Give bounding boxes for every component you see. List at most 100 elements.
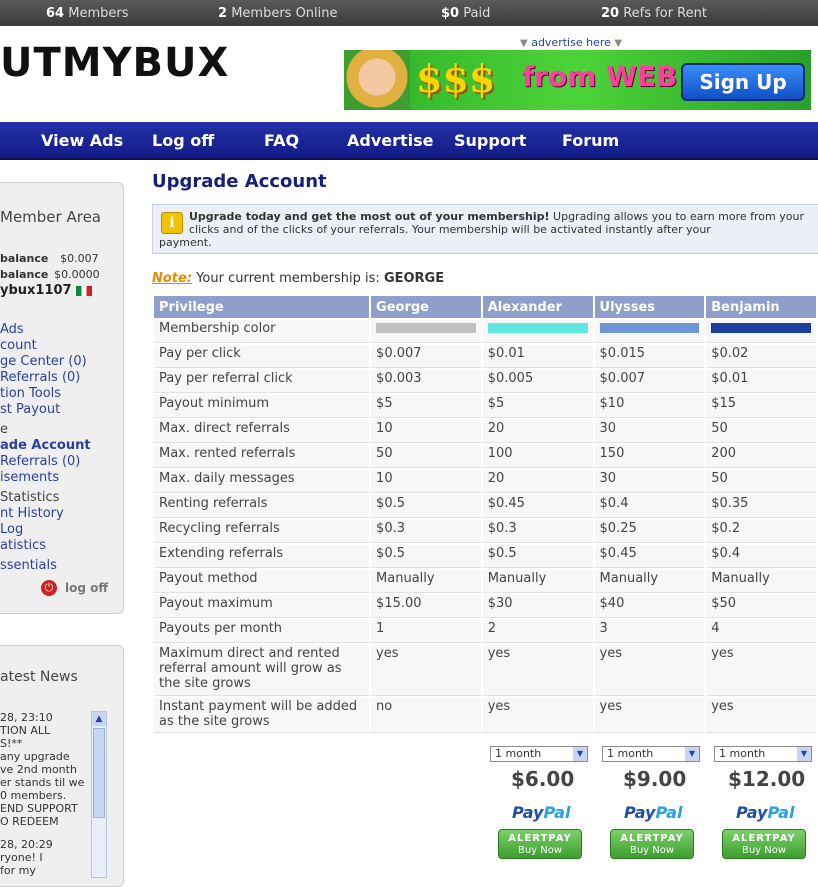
news-line: er stands til we (0, 776, 85, 789)
plan-value-cell: $0.3 (482, 520, 593, 543)
current-membership: GEORGE (383, 271, 445, 286)
paypal-button[interactable]: PayPal (736, 803, 794, 822)
table-row: Renting referrals $0.5 $0.45 $0.4 $0.35 (154, 495, 816, 518)
paypal-button[interactable]: PayPal (512, 803, 570, 822)
sidebar-link-log[interactable]: Log (0, 522, 23, 537)
privilege-cell: Extending referrals (154, 545, 370, 568)
paypal-button[interactable]: PayPal (624, 803, 682, 822)
duration-select[interactable]: 1 month ▼ (714, 746, 812, 762)
column-header: Privilege (154, 296, 370, 318)
plan-value-cell: $0.35 (706, 495, 816, 518)
news-line: S!** (0, 737, 23, 750)
sidebar-link-essentials[interactable]: ssentials (0, 558, 57, 573)
privilege-cell: Membership color (154, 320, 370, 343)
chevron-down-icon: ▼ (573, 747, 587, 761)
table-row: Pay per referral click $0.003 $0.005 $0.007… (154, 370, 816, 393)
plan-value-cell: 4 (706, 620, 816, 643)
info-bold: Upgrade today and get the most out of yo… (189, 210, 550, 223)
plan-value-cell: $0.45 (482, 495, 593, 518)
advertise-here-link[interactable]: ▼ advertise here ▼ (520, 36, 622, 49)
privilege-cell: Pay per referral click (154, 370, 370, 393)
nav-log-off[interactable]: Log off (152, 131, 214, 150)
scroll-thumb[interactable] (93, 728, 105, 818)
nav-support[interactable]: Support (454, 131, 526, 150)
chevron-down-icon: ▼ (685, 747, 699, 761)
sidebar-link-message-center[interactable]: ge Center (0) (0, 354, 87, 369)
sidebar-link-promotion-tools[interactable]: tion Tools (0, 386, 61, 401)
plan-value-cell: 200 (706, 445, 816, 468)
power-icon[interactable]: ⏻ (41, 580, 57, 596)
sidebar-link-advertisements[interactable]: isements (0, 470, 59, 485)
alertpay-buy-button[interactable]: ALERTPAY Buy Now (498, 829, 582, 859)
members-count: 64 (46, 6, 65, 21)
plan-value-cell: $30 (482, 595, 593, 618)
site-logo[interactable]: UTMYBUX (0, 40, 229, 86)
plan-value-cell: yes (706, 698, 816, 733)
plan-value-cell: 50 (371, 445, 481, 468)
plan-value-cell: $0.5 (371, 545, 481, 568)
membership-color-swatch (376, 323, 476, 333)
sidebar-section-e: e (0, 422, 8, 437)
duration-select[interactable]: 1 month ▼ (602, 746, 700, 762)
privilege-cell: Payout maximum (154, 595, 370, 618)
column-header: Alexander (482, 296, 593, 318)
balance-label: balance (0, 252, 49, 265)
plan-value-cell: 2 (482, 620, 593, 643)
plan-value-cell: yes (706, 645, 816, 696)
table-row: Max. daily messages 10 20 30 50 (154, 470, 816, 493)
sidebar-link-upgrade-account[interactable]: ade Account (0, 438, 91, 453)
alertpay-buy-button[interactable]: ALERTPAY Buy Now (722, 829, 806, 859)
advertisement-banner[interactable]: $$$ from WEB Sign Up (344, 50, 811, 110)
plan-value-cell: $0.4 (706, 545, 816, 568)
plan-value-cell: yes (482, 645, 593, 696)
buy-now-label: Buy Now (517, 845, 563, 856)
table-row: Recycling referrals $0.3 $0.3 $0.25 $0.2 (154, 520, 816, 543)
nav-forum[interactable]: Forum (562, 131, 619, 150)
privilege-cell: Maximum direct and rented referral amoun… (154, 645, 370, 696)
members-label: Members (68, 6, 129, 21)
membership-color-swatch (599, 323, 700, 333)
alertpay-buy-button[interactable]: ALERTPAY Buy Now (610, 829, 694, 859)
note-text: Your current membership is: (196, 271, 380, 286)
sidebar-link-ads[interactable]: Ads (0, 322, 24, 337)
plan-value-cell: yes (482, 698, 593, 733)
news-scrollbar[interactable]: ▲ (91, 711, 107, 878)
nav-advertise[interactable]: Advertise (347, 131, 434, 150)
alertpay-label: ALERTPAY (732, 833, 796, 844)
banner-dollars: $$$ (416, 56, 496, 101)
sidebar-link-referrals[interactable]: Referrals (0) (0, 370, 80, 385)
plan-value-cell: $0.007 (371, 345, 481, 368)
paypal-pay: Pay (736, 803, 768, 822)
members-stat: 64 Members (46, 6, 128, 21)
logoff-link[interactable]: log off (65, 581, 108, 595)
plan-value-cell (371, 320, 481, 343)
nav-faq[interactable]: FAQ (264, 131, 299, 150)
plan-value-cell (482, 320, 593, 343)
scroll-up-icon[interactable]: ▲ (92, 712, 106, 726)
banner-signup-button[interactable]: Sign Up (681, 63, 805, 101)
sidebar-link-statistics[interactable]: atistics (0, 538, 46, 553)
news-line: ve 2nd month (0, 763, 77, 776)
plan-value-cell: yes (371, 645, 481, 696)
privilege-cell: Payout minimum (154, 395, 370, 418)
sidebar-link-payment-history[interactable]: nt History (0, 506, 64, 521)
paid-label: Paid (463, 6, 491, 21)
plan-value-cell: Manually (594, 570, 705, 593)
paypal-pay: Pay (512, 803, 544, 822)
plan-price: $9.00 (623, 767, 687, 791)
news-line: ryone! I (0, 851, 43, 864)
news-line: for my (0, 864, 36, 877)
nav-view-ads[interactable]: View Ads (41, 131, 123, 150)
plan-value-cell: $0.2 (706, 520, 816, 543)
note-label: Note: (152, 271, 193, 286)
duration-select[interactable]: 1 month ▼ (490, 746, 588, 762)
sidebar-link-rented-referrals[interactable]: Referrals (0) (0, 454, 80, 469)
sidebar-link-account[interactable]: count (0, 338, 37, 353)
username: ybux1107 (0, 283, 93, 298)
privilege-cell: Payout method (154, 570, 370, 593)
online-label: Members Online (231, 6, 338, 21)
banner-person-image (344, 50, 410, 110)
plan-value-cell: $0.003 (371, 370, 481, 393)
balance-row: balance $0.007 (0, 252, 99, 265)
sidebar-link-request-payout[interactable]: st Payout (0, 402, 60, 417)
